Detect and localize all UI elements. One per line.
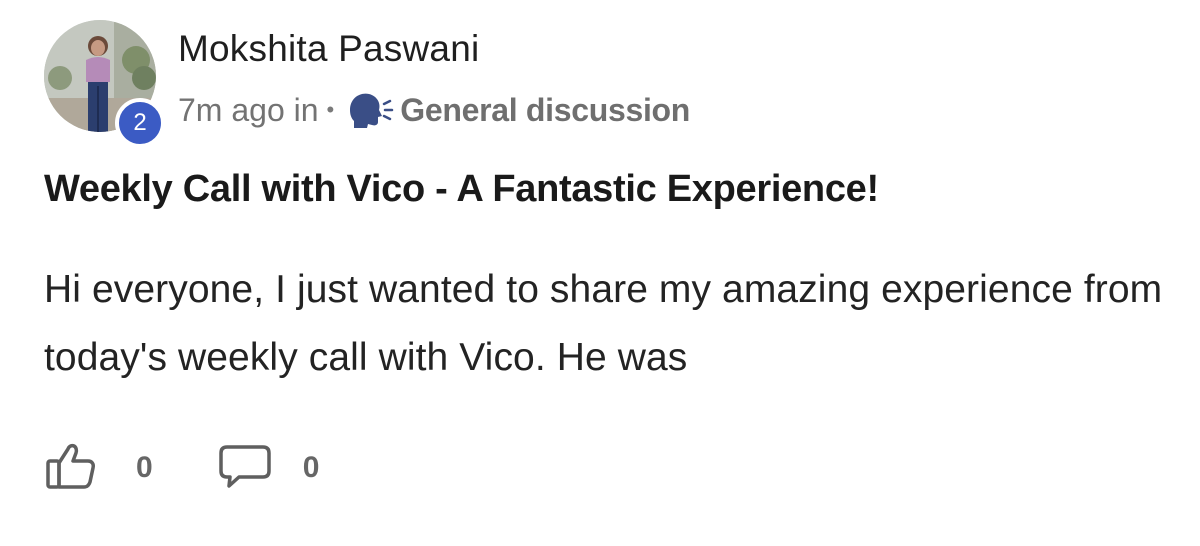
post-actions: 0 0 — [44, 440, 319, 496]
comment-count: 0 — [302, 451, 320, 484]
post-meta: 7m ago in • General discussion — [178, 88, 690, 132]
author-name[interactable]: Mokshita Paswani — [178, 28, 479, 70]
post-body[interactable]: Hi everyone, I just wanted to share my a… — [44, 256, 1164, 392]
like-button[interactable]: 0 — [44, 441, 153, 496]
meta-separator: • — [326, 97, 335, 122]
post-title[interactable]: Weekly Call with Vico - A Fantastic Expe… — [44, 168, 1164, 211]
post-time: 7m ago in — [178, 91, 319, 128]
feed-post: 2 Mokshita Paswani 7m ago in • General d… — [0, 0, 1200, 546]
like-count: 0 — [136, 451, 153, 484]
speaking-head-icon — [344, 90, 394, 130]
author-avatar-wrap[interactable]: 2 — [44, 20, 165, 148]
space-link[interactable]: General discussion — [400, 92, 690, 129]
comment-button[interactable]: 0 — [217, 441, 320, 496]
thumbs-up-icon — [44, 441, 98, 496]
comment-bubble-icon — [217, 441, 273, 496]
level-badge: 2 — [115, 98, 165, 148]
